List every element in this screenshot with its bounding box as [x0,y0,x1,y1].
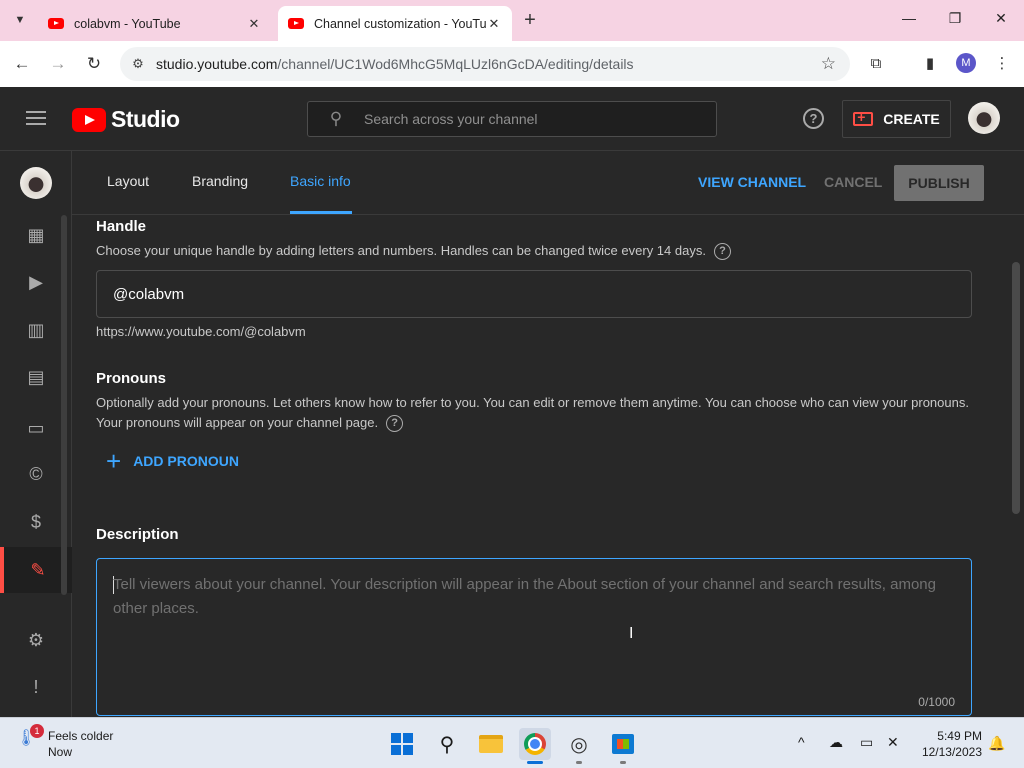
search-placeholder: Search across your channel [364,111,538,127]
settings-gear-icon[interactable]: ⚙ [0,617,72,663]
view-channel-button[interactable]: VIEW CHANNEL [698,174,806,190]
close-tab-icon[interactable]: ✕ [246,16,262,32]
file-explorer-icon[interactable] [475,728,507,760]
description-textarea[interactable]: Tell viewers about your channel. Your de… [96,558,972,716]
tab-search-chevron-icon[interactable]: ▼ [8,8,32,32]
store-icon[interactable] [607,728,639,760]
address-bar[interactable]: ⚙ studio.youtube.com/channel/UC1Wod6MhcG… [120,47,850,81]
thermometer-icon: 🌡 1 [16,724,44,752]
ibeam-cursor-icon: I [629,625,634,642]
url-text: studio.youtube.com/channel/UC1Wod6MhcG5M… [156,56,634,72]
character-counter: 0/1000 [918,695,955,709]
handle-input[interactable]: @colabvm [96,270,972,318]
studio-logo[interactable]: Studio [72,106,180,133]
tab-branding[interactable]: Branding [192,173,248,189]
publish-button[interactable]: PUBLISH [894,165,984,201]
plus-icon: + [106,446,122,476]
add-pronoun-button[interactable]: + ADD PRONOUN [106,446,239,476]
weather-widget[interactable]: 🌡 1 Feels colder Now [16,724,114,760]
system-clock[interactable]: 5:49 PM 12/13/2023 [920,728,982,760]
main-scrollbar[interactable] [1012,262,1020,514]
active-tab-indicator [290,211,352,214]
customization-tabs: Layout Branding Basic info VIEW CHANNEL … [72,151,1024,215]
studio-header: Studio ⚲ Search across your channel ? CR… [0,87,1024,151]
weather-badge: 1 [30,724,44,738]
bookmark-star-icon[interactable]: ☆ [821,54,836,74]
minimize-icon[interactable]: — [899,10,919,26]
account-avatar[interactable] [968,102,1000,134]
extensions-icon[interactable]: ⧉ [864,52,888,76]
app-indicator [620,761,626,764]
close-tab-icon[interactable]: ✕ [486,16,502,32]
add-pronoun-label: ADD PRONOUN [133,453,239,469]
basic-info-panel: Handle Choose your unique handle by addi… [72,215,1024,717]
youtube-favicon-icon [48,18,64,29]
handle-description: Choose your unique handle by adding lett… [96,241,976,261]
search-icon: ⚲ [329,109,343,128]
feedback-icon[interactable]: ! [0,664,72,710]
tab-title: Channel customization - YouTube Studio [314,16,486,31]
close-window-icon[interactable]: ✕ [991,10,1011,27]
side-panel-icon[interactable]: ▮ [918,52,942,76]
pronouns-description: Optionally add your pronouns. Let others… [96,393,976,433]
weather-text: Feels colder [48,729,114,743]
active-app-indicator [527,761,543,764]
cancel-button[interactable]: CANCEL [824,174,882,190]
handle-url: https://www.youtube.com/@colabvm [96,324,306,339]
browser-tab-youtube[interactable]: colabvm - YouTube ✕ [38,6,272,41]
logo-text: Studio [111,106,180,132]
description-title: Description [96,526,179,543]
back-icon[interactable]: ← [10,52,34,76]
forward-icon[interactable]: → [46,52,70,76]
onedrive-icon[interactable]: ☁ [829,734,843,751]
reload-icon[interactable]: ↻ [82,52,106,76]
weather-subtext: Now [48,745,73,759]
youtube-logo-icon [72,107,106,132]
display-icon[interactable]: ▭ [860,734,873,751]
create-label: CREATE [883,111,940,127]
site-info-icon[interactable]: ⚙ [120,56,156,72]
hamburger-menu-icon[interactable] [26,111,46,125]
handle-help-icon[interactable]: ? [713,243,731,261]
chrome-taskbar-icon[interactable] [519,728,551,760]
taskbar: 🌡 1 Feels colder Now ⚲ ◎ ^ ☁ ▭ ✕ 5:49 PM … [0,717,1024,768]
restore-icon[interactable]: ❐ [945,10,965,27]
obs-icon[interactable]: ◎ [563,728,595,760]
windows-logo-icon [391,733,413,755]
create-button[interactable]: CREATE [842,100,951,138]
menu-dots-icon[interactable]: ⋮ [990,52,1014,76]
new-tab-icon[interactable]: + [519,9,541,32]
left-nav-rail: ▦ ▶ ▥ ▤ ▭ © $ ✎ ⚙ ! [0,151,72,717]
tray-overflow-icon[interactable]: ^ [798,734,805,750]
search-taskbar-icon[interactable]: ⚲ [431,728,463,760]
pronouns-help-icon[interactable]: ? [386,415,404,433]
profile-avatar[interactable]: M [956,53,976,73]
pronouns-title: Pronouns [96,370,166,387]
browser-toolbar: ← → ↻ ⚙ studio.youtube.com/channel/UC1Wo… [0,41,1024,87]
browser-tab-studio[interactable]: Channel customization - YouTube Studio ✕ [278,6,512,41]
channel-avatar[interactable] [20,167,52,199]
tab-basic-info[interactable]: Basic info [290,173,351,189]
app-indicator [576,761,582,764]
description-placeholder: Tell viewers about your channel. Your de… [113,576,936,617]
rail-scrollbar[interactable] [61,215,67,595]
youtube-favicon-icon [288,18,304,29]
browser-tab-strip: ▼ colabvm - YouTube ✕ Channel customizat… [0,0,1024,41]
notification-bell-icon[interactable]: 🔔 [988,735,1005,752]
search-input[interactable]: ⚲ Search across your channel [307,101,717,137]
create-video-icon [853,109,874,126]
handle-title: Handle [96,218,147,235]
tab-title: colabvm - YouTube [74,16,181,31]
start-button[interactable] [386,728,418,760]
help-icon[interactable]: ? [803,108,824,129]
tab-layout[interactable]: Layout [107,173,149,189]
volume-muted-icon[interactable]: ✕ [887,734,899,751]
